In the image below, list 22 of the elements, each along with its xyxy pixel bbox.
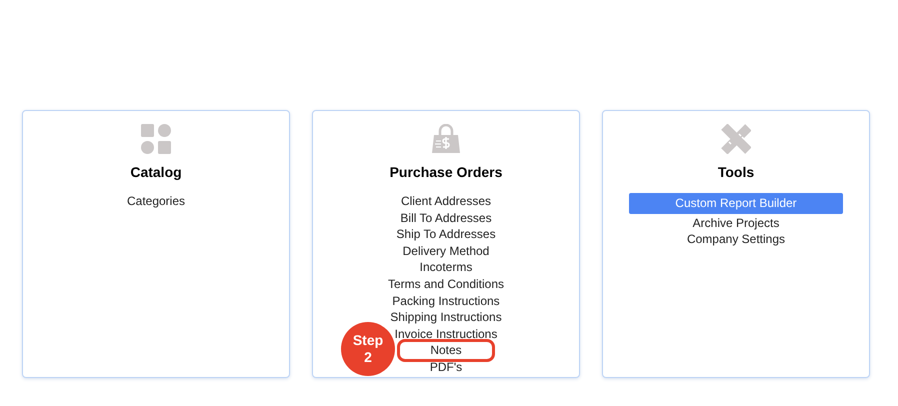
menu-link[interactable]: Company Settings [686,231,786,248]
menu-link[interactable]: Bill To Addresses [400,210,492,226]
menu-link[interactable]: PDF's [430,358,462,376]
menu-link[interactable]: Archive Projects [692,214,780,232]
shapes-icon [141,124,171,154]
menu-link[interactable]: Ship To Addresses [396,226,496,243]
menu-link[interactable]: Categories [126,193,186,210]
step-number: 2 [364,349,372,366]
menu-link[interactable]: Custom Report Builder [629,193,843,214]
menu-link[interactable]: Incoterms [420,259,472,276]
menu-link[interactable]: Terms and Conditions [388,276,504,293]
shopping-bag-icon [430,124,462,154]
menu-link[interactable]: Client Addresses [400,193,492,210]
step-label: Step [352,332,384,349]
menu-link[interactable]: Notes [400,342,492,359]
card-title: Catalog [130,163,182,181]
menu-link[interactable]: Shipping Instructions [390,309,502,326]
menu-link[interactable]: Packing Instructions [392,292,500,310]
card-title: Purchase Orders [390,163,502,181]
menu-link[interactable]: Invoice Instructions [394,326,498,342]
card-title: Tools [718,163,754,181]
menu-link[interactable]: Delivery Method [402,242,490,260]
